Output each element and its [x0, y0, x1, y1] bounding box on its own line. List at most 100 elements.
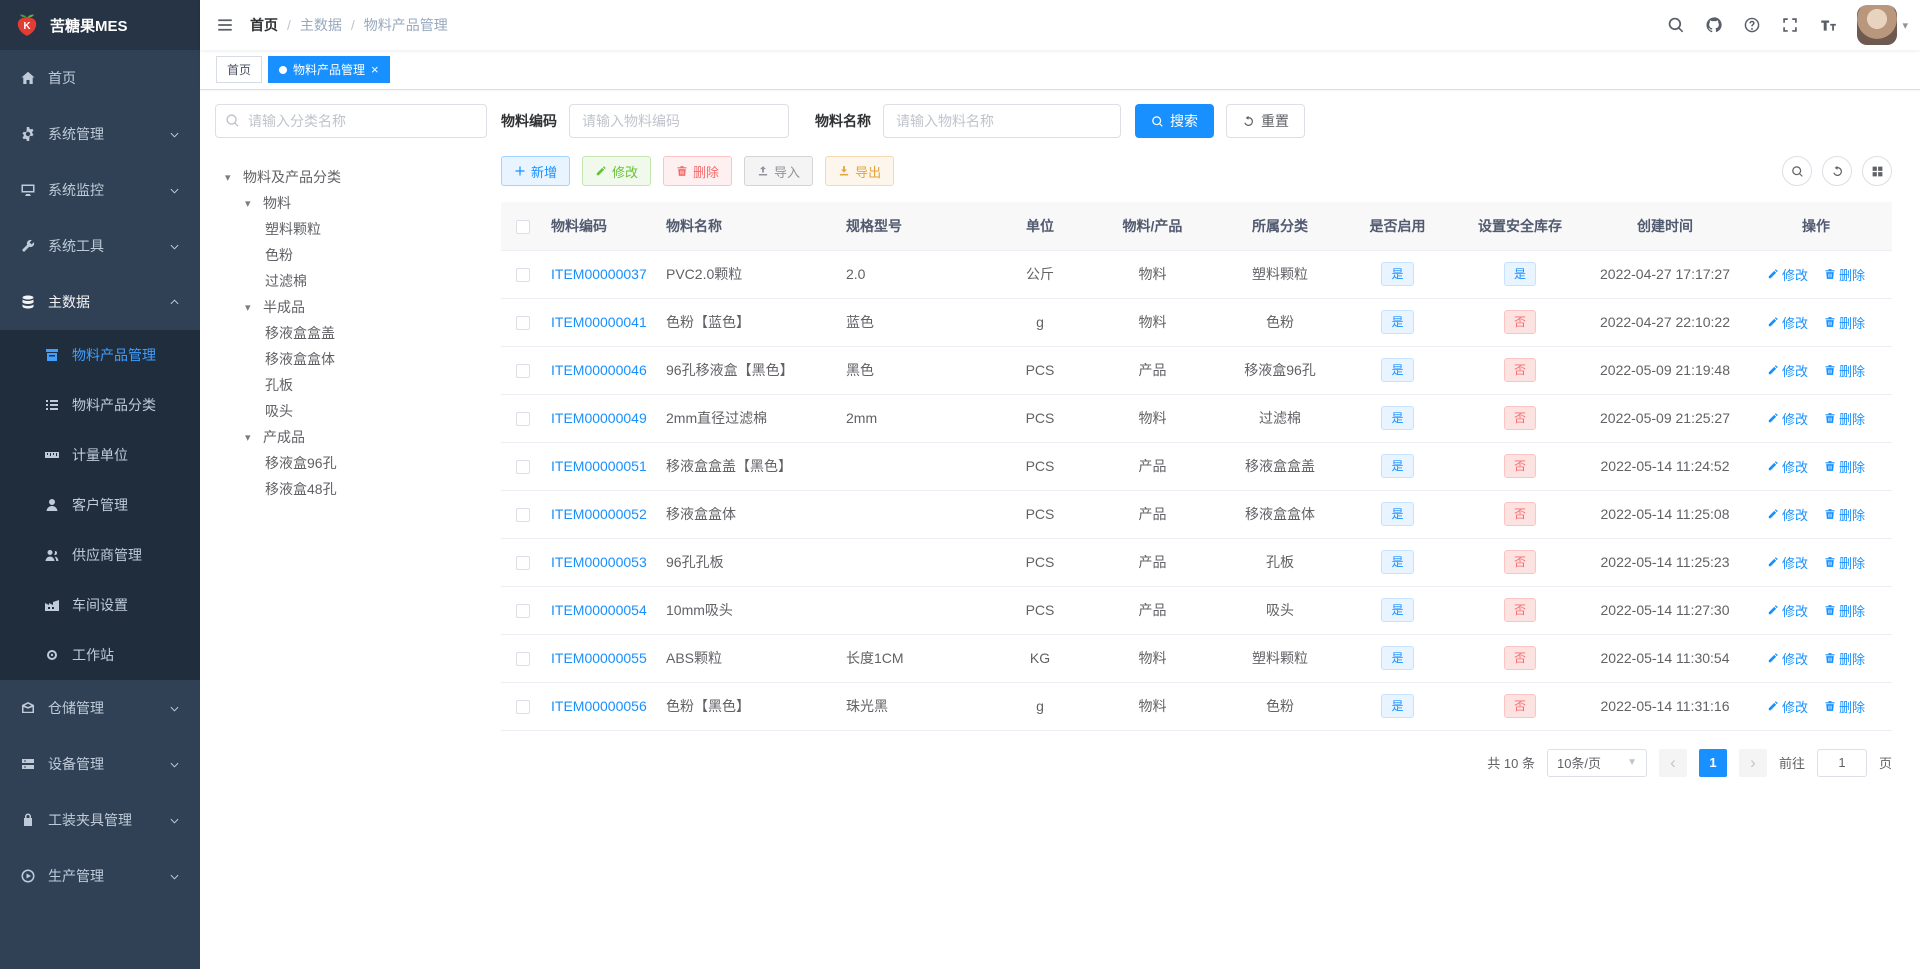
row-checkbox[interactable] [516, 460, 530, 475]
breadcrumb-item[interactable]: 主数据 [278, 15, 342, 35]
sidebar-item[interactable]: 工作站 [0, 630, 200, 680]
column-header[interactable]: 物料编码 [545, 202, 660, 251]
tree-expand-icon[interactable]: ▾ [245, 197, 263, 210]
category-search-input[interactable] [215, 104, 487, 138]
sidebar-item[interactable]: 系统工具 [0, 218, 200, 274]
row-delete-button[interactable]: 删除 [1824, 361, 1865, 380]
columns-button[interactable] [1862, 156, 1892, 186]
sidebar-item[interactable]: 系统管理 [0, 106, 200, 162]
row-edit-button[interactable]: 修改 [1767, 553, 1808, 572]
row-edit-button[interactable]: 修改 [1767, 361, 1808, 380]
row-checkbox[interactable] [516, 364, 530, 379]
row-checkbox[interactable] [516, 556, 530, 571]
import-button[interactable]: 导入 [744, 156, 814, 186]
sidebar-toggle-button[interactable] [200, 0, 250, 50]
row-delete-button[interactable]: 删除 [1824, 313, 1865, 332]
row-edit-button[interactable]: 修改 [1767, 265, 1808, 284]
help-icon[interactable] [1743, 16, 1761, 34]
material-code-link[interactable]: ITEM00000053 [551, 554, 647, 570]
column-header[interactable]: 设置安全库存 [1450, 202, 1590, 251]
sidebar-item[interactable]: 设备管理 [0, 736, 200, 792]
prev-page-button[interactable]: ‹ [1658, 748, 1687, 777]
tree-node[interactable]: ▾ 吸头 [215, 398, 487, 424]
tree-node[interactable]: ▾ 移液盒盒盖 [215, 320, 487, 346]
row-delete-button[interactable]: 删除 [1824, 505, 1865, 524]
material-code-link[interactable]: ITEM00000055 [551, 650, 647, 666]
delete-button[interactable]: 删除 [663, 156, 733, 186]
row-delete-button[interactable]: 删除 [1824, 553, 1865, 572]
row-edit-button[interactable]: 修改 [1767, 457, 1808, 476]
row-delete-button[interactable]: 删除 [1824, 601, 1865, 620]
tree-node[interactable]: ▾ 移液盒盒体 [215, 346, 487, 372]
refresh-table-button[interactable] [1822, 156, 1852, 186]
sidebar-item[interactable]: 物料产品管理 [0, 330, 200, 380]
material-code-link[interactable]: ITEM00000037 [551, 266, 647, 282]
tree-node[interactable]: ▾ 孔板 [215, 372, 487, 398]
row-edit-button[interactable]: 修改 [1767, 601, 1808, 620]
material-code-link[interactable]: ITEM00000052 [551, 506, 647, 522]
sidebar-item[interactable]: 系统监控 [0, 162, 200, 218]
column-header[interactable]: 物料/产品 [1090, 202, 1215, 251]
close-icon[interactable]: × [371, 63, 379, 76]
user-menu[interactable]: ▾ [1857, 5, 1908, 45]
row-edit-button[interactable]: 修改 [1767, 505, 1808, 524]
row-checkbox[interactable] [516, 268, 530, 283]
column-header[interactable]: 单位 [990, 202, 1090, 251]
column-header[interactable]: 创建时间 [1590, 202, 1740, 251]
row-edit-button[interactable]: 修改 [1767, 313, 1808, 332]
row-edit-button[interactable]: 修改 [1767, 649, 1808, 668]
row-delete-button[interactable]: 删除 [1824, 697, 1865, 716]
row-edit-button[interactable]: 修改 [1767, 697, 1808, 716]
tree-node[interactable]: ▾ 过滤棉 [215, 268, 487, 294]
breadcrumb-item[interactable]: 物料产品管理 [342, 15, 448, 35]
current-page[interactable]: 1 [1698, 748, 1727, 777]
column-header[interactable]: 所属分类 [1215, 202, 1345, 251]
tree-expand-icon[interactable]: ▾ [225, 171, 243, 184]
tree-node[interactable]: ▾ 物料 [215, 190, 487, 216]
export-button[interactable]: 导出 [825, 156, 895, 186]
code-filter-input[interactable] [569, 104, 789, 138]
search-icon[interactable] [1667, 16, 1685, 34]
sidebar-item[interactable]: 生产管理 [0, 848, 200, 904]
tree-node[interactable]: ▾ 物料及产品分类 [215, 164, 487, 190]
sidebar-item[interactable]: 计量单位 [0, 430, 200, 480]
tree-node[interactable]: ▾ 产成品 [215, 424, 487, 450]
row-checkbox[interactable] [516, 700, 530, 715]
sidebar-item[interactable]: 首页 [0, 50, 200, 106]
material-code-link[interactable]: ITEM00000046 [551, 362, 647, 378]
material-code-link[interactable]: ITEM00000049 [551, 410, 647, 426]
breadcrumb-item[interactable]: 首页 [250, 15, 278, 35]
next-page-button[interactable]: › [1738, 748, 1767, 777]
row-checkbox[interactable] [516, 652, 530, 667]
view-tab[interactable]: 首页 × [216, 56, 263, 83]
row-checkbox[interactable] [516, 508, 530, 523]
tree-node[interactable]: ▾ 移液盒48孔 [215, 476, 487, 502]
sidebar-item[interactable]: 客户管理 [0, 480, 200, 530]
sidebar-item[interactable]: 供应商管理 [0, 530, 200, 580]
material-code-link[interactable]: ITEM00000054 [551, 602, 647, 618]
column-header[interactable]: 操作 [1740, 202, 1892, 251]
reset-button[interactable]: 重置 [1226, 104, 1305, 138]
sidebar-item[interactable]: 仓储管理 [0, 680, 200, 736]
sidebar-item[interactable]: 工装夹具管理 [0, 792, 200, 848]
font-size-icon[interactable] [1819, 16, 1837, 34]
row-delete-button[interactable]: 删除 [1824, 409, 1865, 428]
tree-node[interactable]: ▾ 移液盒96孔 [215, 450, 487, 476]
sidebar-item[interactable]: 主数据 [0, 274, 200, 330]
tree-expand-icon[interactable]: ▾ [245, 431, 263, 444]
column-header[interactable]: 是否启用 [1345, 202, 1450, 251]
tree-node[interactable]: ▾ 塑料颗粒 [215, 216, 487, 242]
fullscreen-icon[interactable] [1781, 16, 1799, 34]
row-edit-button[interactable]: 修改 [1767, 409, 1808, 428]
search-button[interactable]: 搜索 [1135, 104, 1214, 138]
material-code-link[interactable]: ITEM00000056 [551, 698, 647, 714]
edit-button[interactable]: 修改 [582, 156, 652, 186]
name-filter-input[interactable] [883, 104, 1121, 138]
column-header[interactable]: 物料名称 [660, 202, 840, 251]
view-tab[interactable]: 物料产品管理 × [268, 56, 390, 83]
sidebar-item[interactable]: 车间设置 [0, 580, 200, 630]
row-checkbox[interactable] [516, 604, 530, 619]
select-all-checkbox[interactable] [516, 219, 530, 234]
row-delete-button[interactable]: 删除 [1824, 457, 1865, 476]
column-header[interactable]: 规格型号 [840, 202, 990, 251]
